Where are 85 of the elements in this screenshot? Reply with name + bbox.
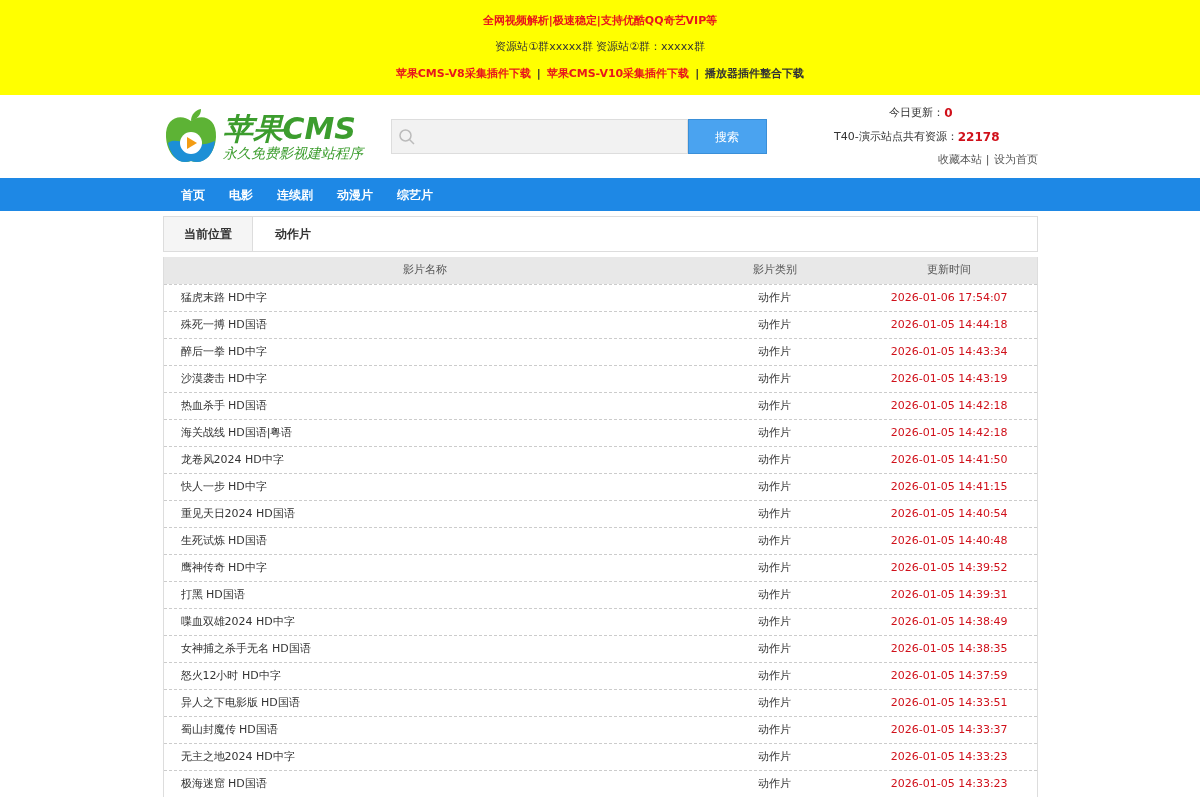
separator-text: | [536,65,541,82]
search-icon [397,127,416,146]
column-header: 更新时间 [926,262,973,279]
table-cell-text: 2026-01-05 14:40:54 [889,505,1009,522]
separator-text: | [695,65,700,82]
table-cell[interactable]: 打黑 HD国语 [163,586,688,604]
table-cell-text: 动作片 [757,667,793,684]
table-cell-text: 2026-01-05 14:33:23 [889,748,1009,765]
table-cell-text: 动作片 [757,586,793,603]
table-cell-text: 动作片 [757,721,793,738]
table-cell-text: 2026-01-05 14:42:18 [889,397,1009,414]
table-cell-text: 2026-01-05 14:41:50 [889,451,1009,468]
banner-link[interactable]: 苹果CMS-V10采集插件下载 [546,65,690,83]
table-cell[interactable]: 猛虎末路 HD中字 [163,289,688,307]
table-cell-text: 动作片 [757,478,793,495]
table-cell[interactable]: 生死试炼 HD国语 [163,532,688,550]
table-cell-text: 动作片 [757,775,793,792]
table-cell[interactable]: 极海迷窟 HD国语 [163,775,688,793]
nav-link[interactable]: 综艺片 [384,178,445,211]
table-cell-text: 动作片 [757,559,793,576]
column-header: 影片类别 [751,262,798,279]
table-cell[interactable]: 鹰神传奇 HD中字 [163,559,688,577]
table-cell-text: 动作片 [757,370,793,387]
table-cell-text: 动作片 [757,316,793,333]
table-cell[interactable]: 醉后一拳 HD中字 [163,343,688,361]
banner-link[interactable]: 苹果CMS-V8采集插件下载 [395,65,531,83]
table-cell-text: 2026-01-05 14:43:34 [889,343,1009,360]
table-cell-text: 动作片 [757,424,793,441]
banner-groups: 资源站①群xxxxx群 资源站②群：xxxxx群 [495,39,705,56]
table-cell-text: 动作片 [757,748,793,765]
nav-link[interactable]: 首页 [168,178,217,211]
nav-link[interactable]: 连续剧 [264,178,325,211]
table-cell-text: 动作片 [757,640,793,657]
table-cell-text: 动作片 [757,694,793,711]
table-cell[interactable]: 热血杀手 HD国语 [163,397,688,415]
bookmark-link[interactable]: 收藏本站 [937,152,982,169]
today-label: 今日更新： [889,105,945,121]
table-cell-text: 动作片 [757,343,793,360]
banner-link[interactable]: 播放器插件整合下载 [705,65,805,83]
table-cell-text: 2026-01-05 14:33:23 [889,775,1009,792]
table-cell[interactable]: 喋血双雄2024 HD中字 [163,613,688,631]
separator-text: | [985,152,990,169]
table-cell[interactable]: 无主之地2024 HD中字 [163,748,688,766]
today-count: 0 [944,105,953,123]
logo-title: 苹果CMS [222,113,357,144]
logo-tagline: 永久免费影视建站程序 [222,145,363,160]
table-cell-text: 动作片 [757,532,793,549]
table-cell-text: 动作片 [757,289,793,306]
table-cell-text: 2026-01-05 14:38:49 [889,613,1009,630]
column-header: 影片名称 [402,262,449,279]
search-field[interactable] [390,119,688,154]
table-cell-text: 2026-01-05 14:42:18 [889,424,1009,441]
table-cell[interactable]: 殊死一搏 HD国语 [163,316,688,334]
table-cell[interactable]: 女神捕之杀手无名 HD国语 [163,640,688,658]
table-cell-text: 动作片 [757,505,793,522]
total-count: 22178 [957,129,1000,147]
table-cell[interactable]: 蜀山封魔传 HD国语 [163,721,688,739]
table-cell-text: 动作片 [757,451,793,468]
table-cell[interactable]: 海关战线 HD国语|粤语 [163,424,688,442]
table-cell-text: 2026-01-05 14:39:31 [889,586,1009,603]
table-cell[interactable]: 快人一步 HD中字 [163,478,688,496]
table-cell-text: 2026-01-05 14:40:48 [889,532,1009,549]
breadcrumb-current: 动作片 [273,226,312,243]
table-cell-text: 2026-01-05 14:37:59 [889,667,1009,684]
table-cell[interactable]: 龙卷风2024 HD中字 [163,451,688,469]
table-cell-text: 动作片 [757,397,793,414]
banner-headline: 全网视频解析|极速稳定|支持优酷QQ奇艺VIP等 [482,12,718,29]
table-cell-text: 2026-01-05 14:33:37 [889,721,1009,738]
table-cell-text: 2026-01-05 14:39:52 [889,559,1009,576]
table-cell-text: 2026-01-05 14:44:18 [889,316,1009,333]
table-cell-text: 2026-01-05 14:43:19 [889,370,1009,387]
table-cell[interactable]: 沙漠袭击 HD中字 [163,370,688,388]
table-cell[interactable]: 异人之下电影版 HD国语 [163,694,688,712]
homepage-link[interactable]: 设为首页 [993,152,1038,169]
table-cell-text: 动作片 [757,613,793,630]
table-cell-text: 2026-01-05 14:33:51 [889,694,1009,711]
table-cell-text: 2026-01-05 14:41:15 [889,478,1009,495]
breadcrumb-label: 当前位置 [163,217,253,251]
table-cell-text: 2026-01-06 17:54:07 [889,289,1009,306]
table-cell[interactable]: 重见天日2024 HD国语 [163,505,688,523]
nav-link[interactable]: 电影 [216,178,265,211]
nav-link[interactable]: 动漫片 [324,178,385,211]
total-label: T40-演示站点共有资源： [834,129,958,145]
table-cell[interactable]: 怒火12小时 HD中字 [163,667,688,685]
table-cell-text: 2026-01-05 14:38:35 [889,640,1009,657]
